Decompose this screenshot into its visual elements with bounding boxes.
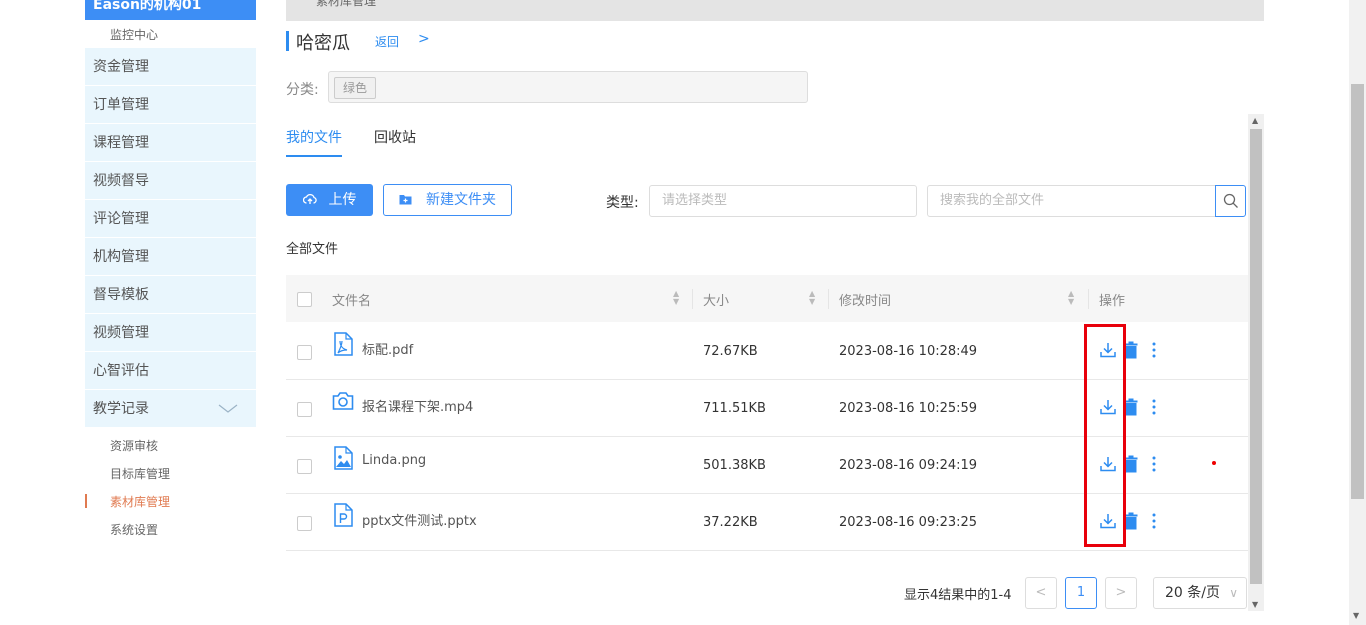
- file-name[interactable]: 报名课程下架.mp4: [362, 396, 473, 415]
- table-header: 文件名 ▲ ▼ 大小 ▲ ▼ 修改时间 ▲ ▼ 操作: [286, 275, 1248, 322]
- section-title: 全部文件: [286, 242, 339, 257]
- row-checkbox[interactable]: [297, 345, 312, 360]
- file-size: 711.51KB: [703, 401, 766, 416]
- folder-plus-icon: [399, 195, 412, 205]
- trash-icon[interactable]: [1124, 398, 1138, 416]
- sort-icon[interactable]: ▲ ▼: [1068, 290, 1074, 306]
- page-scrollbar-thumb[interactable]: [1351, 84, 1364, 499]
- new-folder-button[interactable]: 新建文件夹: [383, 184, 512, 216]
- tab-indicator: [286, 155, 342, 157]
- more-vertical-icon[interactable]: [1150, 341, 1158, 359]
- file-modified-time: 2023-08-16 09:23:25: [839, 515, 978, 530]
- sidebar-item-label: 教学记录: [93, 401, 149, 417]
- column-header-size[interactable]: 大小: [703, 290, 729, 309]
- file-name[interactable]: 标配.pdf: [362, 339, 413, 358]
- column-header-time[interactable]: 修改时间: [839, 290, 891, 309]
- sidebar-item-courses[interactable]: 课程管理: [85, 124, 256, 162]
- sidebar-subitem-resource-review[interactable]: 资源审核: [85, 432, 256, 460]
- sidebar-subitem-material-library[interactable]: 素材库管理: [85, 488, 256, 516]
- sidebar-item-templates[interactable]: 督导模板: [85, 276, 256, 314]
- sort-icon[interactable]: ▲ ▼: [673, 290, 679, 306]
- row-checkbox[interactable]: [297, 516, 312, 531]
- file-modified-time: 2023-08-16 10:25:59: [839, 401, 978, 416]
- file-size: 72.67KB: [703, 344, 758, 359]
- file-name[interactable]: pptx文件测试.pptx: [362, 510, 477, 529]
- type-select[interactable]: 请选择类型: [649, 185, 917, 217]
- trash-icon[interactable]: [1124, 512, 1138, 530]
- sidebar-item-comments[interactable]: 评论管理: [85, 200, 256, 238]
- sidebar-item-orders[interactable]: 订单管理: [85, 86, 256, 124]
- breadcrumb: 素材库管理: [316, 0, 377, 8]
- org-name: Eason的机构01: [85, 0, 256, 20]
- new-folder-label: 新建文件夹: [426, 192, 496, 208]
- tab-recycle-bin[interactable]: 回收站: [374, 127, 416, 147]
- cloud-upload-icon: [302, 193, 317, 204]
- sidebar-menu: 资金管理 订单管理 课程管理 视频督导 评论管理 机构管理 督导模板 视频管理 …: [85, 48, 256, 428]
- upload-label: 上传: [328, 192, 357, 208]
- category-tag: 绿色: [334, 77, 377, 99]
- file-modified-time: 2023-08-16 09:24:19: [839, 458, 978, 473]
- page-number-button[interactable]: 1: [1065, 577, 1097, 609]
- select-all-checkbox[interactable]: [297, 292, 312, 307]
- sidebar-item-assessment[interactable]: 心智评估: [85, 352, 256, 390]
- sidebar-submenu: 资源审核 目标库管理 素材库管理 系统设置: [85, 432, 256, 544]
- more-vertical-icon[interactable]: [1150, 398, 1158, 416]
- sidebar-subitem-settings[interactable]: 系统设置: [85, 516, 256, 544]
- more-vertical-icon[interactable]: [1150, 512, 1158, 530]
- next-page-button[interactable]: >: [1105, 577, 1137, 609]
- scroll-down-icon[interactable]: ▼: [1353, 611, 1359, 620]
- search-button[interactable]: [1215, 185, 1246, 217]
- chevron-up-icon: [218, 390, 238, 429]
- trash-icon[interactable]: [1124, 341, 1138, 359]
- prev-page-button[interactable]: <: [1025, 577, 1057, 609]
- category-label: 分类:: [286, 82, 319, 98]
- sidebar-item-videos[interactable]: 视频管理: [85, 314, 256, 352]
- upload-button[interactable]: 上传: [286, 184, 373, 216]
- row-checkbox[interactable]: [297, 459, 312, 474]
- sidebar-subitem-goal-library[interactable]: 目标库管理: [85, 460, 256, 488]
- sidebar-item-video-supervision[interactable]: 视频督导: [85, 162, 256, 200]
- sidebar-item-teaching-records[interactable]: 教学记录: [85, 390, 256, 428]
- tab-my-files[interactable]: 我的文件: [286, 127, 342, 147]
- pdf-icon: [334, 332, 353, 356]
- chevron-down-icon: ∨: [1229, 586, 1238, 600]
- more-vertical-icon[interactable]: [1150, 455, 1158, 473]
- image-icon: [334, 446, 353, 470]
- title-accent: [286, 31, 289, 51]
- page-size-select[interactable]: 20 条/页 ∨: [1153, 577, 1247, 609]
- scroll-up-icon[interactable]: ▲: [1252, 116, 1258, 125]
- scroll-down-icon[interactable]: ▼: [1252, 600, 1258, 609]
- search-icon: [1223, 193, 1238, 208]
- column-divider: [1088, 289, 1089, 309]
- sidebar-item-institutions[interactable]: 机构管理: [85, 238, 256, 276]
- chevron-right-icon[interactable]: >: [418, 31, 430, 47]
- ppt-icon: [334, 503, 353, 527]
- page-size-value: 20 条/页: [1165, 585, 1220, 601]
- sidebar-item-finance[interactable]: 资金管理: [85, 48, 256, 86]
- back-link[interactable]: 返回: [375, 33, 399, 50]
- column-divider: [828, 289, 829, 309]
- cursor-dot: [1212, 461, 1216, 465]
- highlight-annotation-box: [1084, 324, 1126, 547]
- column-header-name[interactable]: 文件名: [332, 290, 371, 309]
- breadcrumb-bar: 素材库管理: [286, 0, 1264, 21]
- type-label: 类型:: [606, 195, 639, 211]
- file-size: 501.38KB: [703, 458, 766, 473]
- search-input[interactable]: 搜索我的全部文件: [927, 185, 1216, 217]
- inner-scrollbar-thumb[interactable]: [1250, 129, 1262, 584]
- trash-icon[interactable]: [1124, 455, 1138, 473]
- video-icon: [332, 392, 354, 410]
- file-name[interactable]: Linda.png: [362, 453, 426, 468]
- file-size: 37.22KB: [703, 515, 758, 530]
- sidebar: Eason的机构01 监控中心 资金管理 订单管理 课程管理 视频督导 评论管理…: [85, 0, 256, 625]
- column-header-action: 操作: [1099, 294, 1126, 309]
- page-title: 哈密瓜: [296, 33, 350, 54]
- pagination-info: 显示4结果中的1-4: [904, 588, 1012, 603]
- sidebar-item-monitor[interactable]: 监控中心: [110, 26, 158, 43]
- category-field[interactable]: 绿色: [328, 71, 808, 103]
- row-checkbox[interactable]: [297, 402, 312, 417]
- file-modified-time: 2023-08-16 10:28:49: [839, 344, 978, 359]
- sort-icon[interactable]: ▲ ▼: [809, 290, 815, 306]
- column-divider: [692, 289, 693, 309]
